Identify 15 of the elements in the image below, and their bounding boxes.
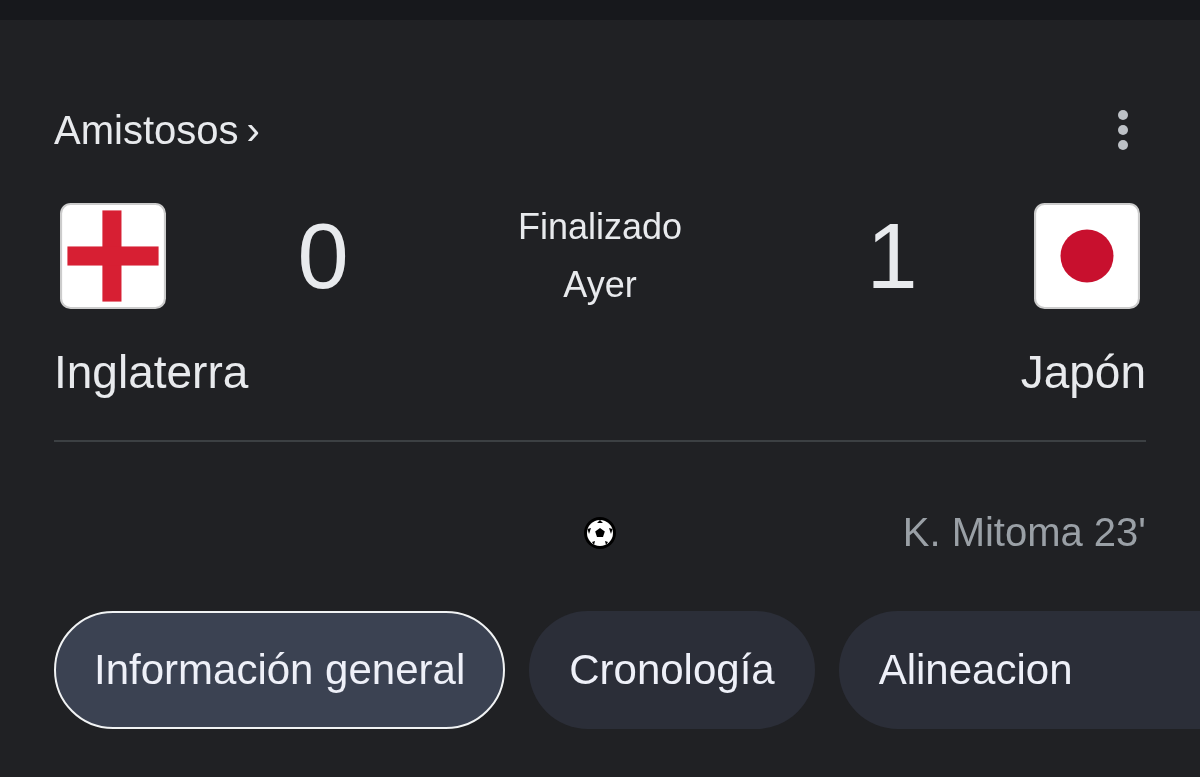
tab[interactable]: Alineacion xyxy=(838,611,1200,729)
flag-icon xyxy=(60,203,166,309)
flag-icon xyxy=(1034,203,1140,309)
tab[interactable]: Cronología xyxy=(529,611,815,729)
away-score: 1 xyxy=(866,210,918,302)
goal-scorer: K. Mitoma 23' xyxy=(902,510,1146,555)
away-team-name: Japón xyxy=(1020,345,1146,400)
competition-link[interactable]: Amistosos › xyxy=(54,107,260,153)
more-options-icon[interactable] xyxy=(1116,108,1130,152)
home-score: 0 xyxy=(297,210,349,302)
match-date: Ayer xyxy=(563,263,637,307)
match-status: Finalizado xyxy=(517,205,683,249)
soccer-ball-icon xyxy=(583,515,617,550)
home-team-name: Inglaterra xyxy=(54,345,249,400)
tab[interactable]: Información general xyxy=(54,611,506,729)
